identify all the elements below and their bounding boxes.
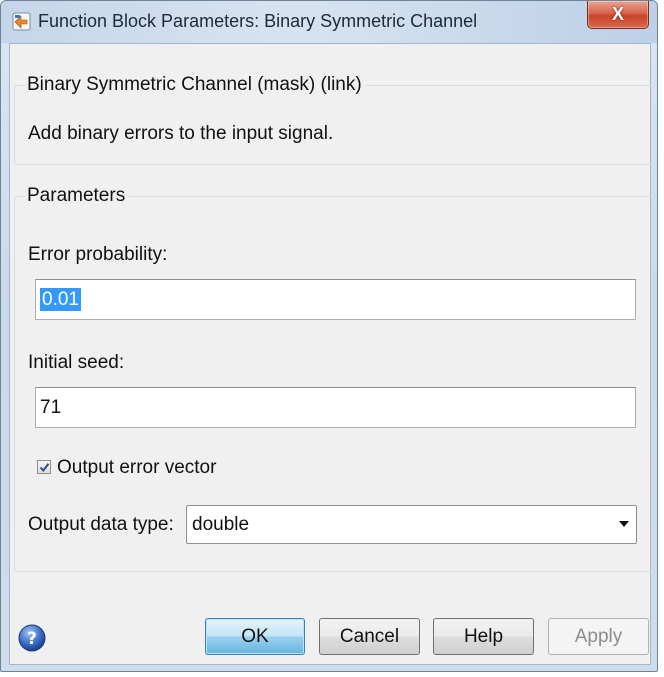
checkmark-icon (39, 462, 49, 472)
window-title: Function Block Parameters: Binary Symmet… (38, 11, 478, 31)
triangle-down-icon (619, 521, 629, 527)
output-data-type-value: double (192, 514, 250, 535)
output-data-type-label: Output data type: (28, 514, 174, 535)
error-probability-input[interactable]: 0.01 (35, 279, 636, 320)
close-button[interactable]: X (587, 1, 649, 29)
dialog-client-area: Binary Symmetric Channel (mask) (link) A… (9, 43, 652, 665)
help-button[interactable]: Help (433, 618, 534, 655)
initial-seed-input[interactable]: 71 (35, 387, 636, 428)
ok-button[interactable]: OK (205, 618, 305, 655)
output-data-type-select[interactable]: double (186, 505, 637, 544)
output-error-vector-checkbox[interactable] (37, 460, 51, 474)
initial-seed-label: Initial seed: (28, 352, 125, 373)
parameters-group-title: Parameters (27, 185, 126, 206)
block-description: Add binary errors to the input signal. (28, 123, 334, 144)
description-group: Binary Symmetric Channel (mask) (link) (14, 74, 652, 165)
error-probability-label: Error probability: (28, 244, 168, 265)
title-bar[interactable]: Function Block Parameters: Binary Symmet… (1, 1, 657, 43)
apply-button[interactable]: Apply (548, 618, 649, 655)
error-probability-value: 0.01 (40, 288, 81, 311)
output-error-vector-label[interactable]: Output error vector (57, 457, 216, 479)
cancel-button[interactable]: Cancel (319, 618, 420, 655)
dialog-window: Function Block Parameters: Binary Symmet… (0, 0, 658, 672)
question-mark-icon[interactable]: ? (18, 624, 46, 652)
svg-text:?: ? (27, 629, 37, 649)
initial-seed-value: 71 (40, 397, 62, 418)
description-group-title: Binary Symmetric Channel (mask) (link) (27, 74, 362, 95)
close-icon: X (611, 4, 624, 24)
simulink-block-icon (12, 12, 31, 31)
